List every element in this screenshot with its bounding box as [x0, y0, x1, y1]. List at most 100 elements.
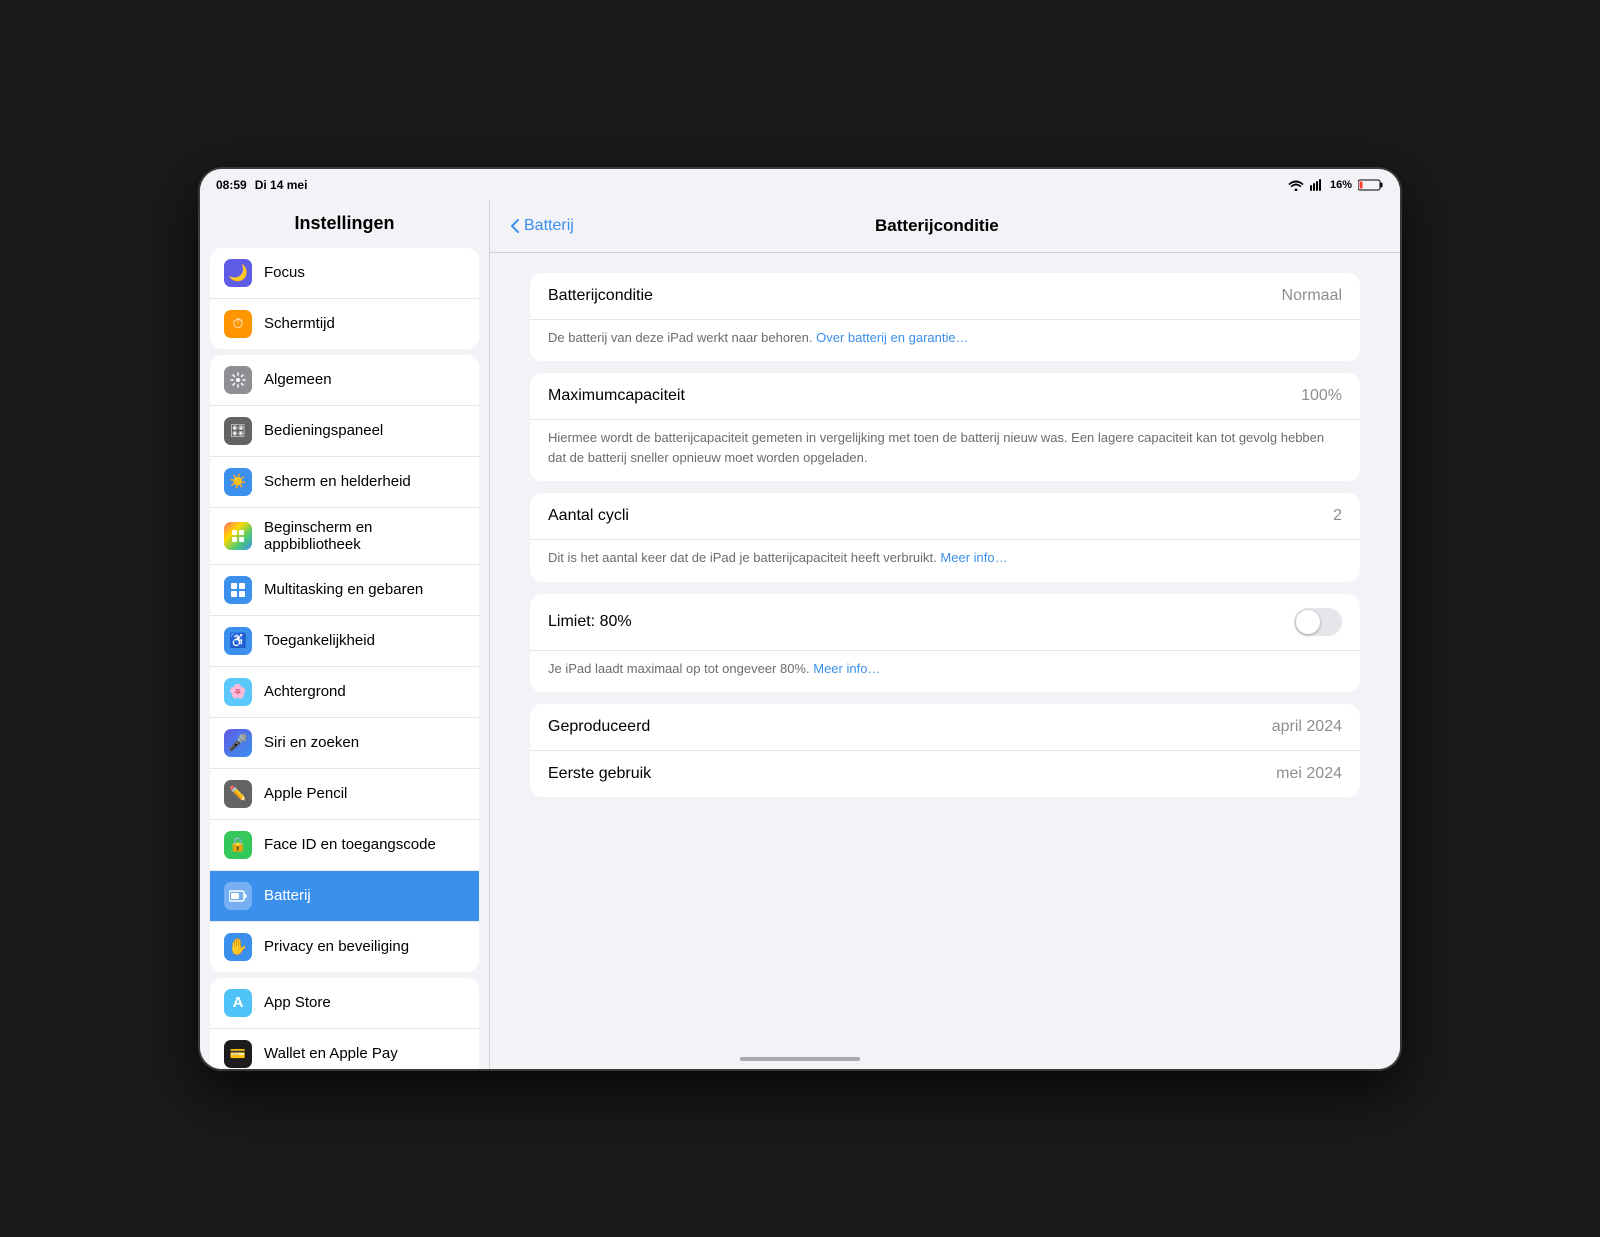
sidebar-item-focus[interactable]: 🌙 Focus	[210, 248, 479, 299]
algemeen-icon	[224, 366, 252, 394]
cycli-link[interactable]: Meer info…	[940, 550, 1007, 565]
sidebar-item-multitasking[interactable]: Multitasking en gebaren	[210, 565, 479, 616]
content-area: Batterij Batterijconditie Batterijcondit…	[490, 201, 1400, 1069]
faceid-icon: 🔒	[224, 831, 252, 859]
eerstegebruik-value: mei 2024	[1276, 765, 1342, 783]
status-bar-left: 08:59 Di 14 mei	[216, 178, 307, 192]
sidebar-item-label-toegankelijkheid: Toegankelijkheid	[264, 632, 375, 649]
sidebar-item-beginscherm[interactable]: Beginscherm en appbibliotheek	[210, 508, 479, 565]
status-bar-right: 16%	[1288, 179, 1384, 191]
bedieningspaneel-icon: 🎛	[224, 417, 252, 445]
siri-icon: 🎤	[224, 729, 252, 757]
sidebar-item-label-privacy: Privacy en beveiliging	[264, 938, 409, 955]
sidebar-item-faceid[interactable]: 🔒 Face ID en toegangscode	[210, 820, 479, 871]
appstore-icon: A	[224, 989, 252, 1017]
sidebar-item-wallet[interactable]: 💳 Wallet en Apple Pay	[210, 1029, 479, 1069]
sidebar-title: Instellingen	[200, 201, 489, 242]
sidebar-item-algemeen[interactable]: Algemeen	[210, 355, 479, 406]
multitasking-icon	[224, 576, 252, 604]
battery-icon	[1358, 179, 1384, 191]
card-row-conditie: Batterijconditie Normaal	[530, 273, 1360, 320]
sidebar-item-label-pencil: Apple Pencil	[264, 785, 347, 802]
sidebar-item-toegankelijkheid[interactable]: ♿ Toegankelijkheid	[210, 616, 479, 667]
wifi-icon	[1288, 179, 1304, 191]
battery-percent: 16%	[1330, 179, 1352, 191]
sidebar-item-scherm[interactable]: ☀️ Scherm en helderheid	[210, 457, 479, 508]
toegankelijkheid-icon: ♿	[224, 627, 252, 655]
sidebar-item-label-siri: Siri en zoeken	[264, 734, 359, 751]
eerstegebruik-label: Eerste gebruik	[548, 765, 651, 783]
batterij-icon	[224, 882, 252, 910]
back-label: Batterij	[524, 217, 574, 235]
capaciteit-description: Hiermee wordt de batterijcapaciteit geme…	[530, 420, 1360, 481]
pencil-icon: ✏️	[224, 780, 252, 808]
scherm-icon: ☀️	[224, 468, 252, 496]
sidebar-item-batterij[interactable]: Batterij	[210, 871, 479, 922]
sidebar-item-label-batterij: Batterij	[264, 887, 311, 904]
content-body: Batterijconditie Normaal De batterij van…	[490, 253, 1400, 830]
ipad-frame: 08:59 Di 14 mei 16%	[200, 169, 1400, 1069]
card-row-capaciteit: Maximumcapaciteit 100%	[530, 373, 1360, 420]
sidebar-item-appstore[interactable]: A App Store	[210, 978, 479, 1029]
card-row-geproduceerd: Geproduceerd april 2024	[530, 704, 1360, 751]
sidebar-item-privacy[interactable]: ✋ Privacy en beveiliging	[210, 922, 479, 972]
sidebar-section-2: Algemeen 🎛 Bedieningspaneel ☀️ Scherm en…	[210, 355, 479, 972]
card-productie: Geproduceerd april 2024 Eerste gebruik m…	[530, 704, 1360, 797]
signal-icon	[1310, 179, 1324, 191]
card-row-cycli: Aantal cycli 2	[530, 493, 1360, 540]
sidebar-item-label-scherm: Scherm en helderheid	[264, 473, 411, 490]
conditie-description: De batterij van deze iPad werkt naar beh…	[530, 320, 1360, 362]
card-conditie: Batterijconditie Normaal De batterij van…	[530, 273, 1360, 362]
card-row-eerstegebruik: Eerste gebruik mei 2024	[530, 751, 1360, 797]
card-row-limiet: Limiet: 80%	[530, 594, 1360, 651]
sidebar-item-label-appstore: App Store	[264, 994, 331, 1011]
sidebar-item-label-bedieningspaneel: Bedieningspaneel	[264, 422, 383, 439]
sidebar-item-label-beginscherm: Beginscherm en appbibliotheek	[264, 519, 465, 553]
limiet-toggle[interactable]	[1294, 608, 1342, 636]
main-layout: Instellingen 🌙 Focus ⏱ Schermtijd	[200, 201, 1400, 1069]
cycli-label: Aantal cycli	[548, 507, 629, 525]
geproduceerd-label: Geproduceerd	[548, 718, 650, 736]
sidebar-item-pencil[interactable]: ✏️ Apple Pencil	[210, 769, 479, 820]
sidebar-item-label-schermtijd: Schermtijd	[264, 315, 335, 332]
achtergrond-icon: 🌸	[224, 678, 252, 706]
content-header: Batterij Batterijconditie	[490, 201, 1400, 253]
sidebar-item-siri[interactable]: 🎤 Siri en zoeken	[210, 718, 479, 769]
beginscherm-icon	[224, 522, 252, 550]
schermtijd-icon: ⏱	[224, 310, 252, 338]
conditie-link[interactable]: Over batterij en garantie…	[816, 330, 968, 345]
limiet-link[interactable]: Meer info…	[813, 661, 880, 676]
focus-icon: 🌙	[224, 259, 252, 287]
back-chevron-icon	[510, 218, 520, 234]
capaciteit-value: 100%	[1301, 387, 1342, 405]
sidebar: Instellingen 🌙 Focus ⏱ Schermtijd	[200, 201, 490, 1069]
sidebar-item-label-wallet: Wallet en Apple Pay	[264, 1045, 398, 1062]
back-button[interactable]: Batterij	[510, 217, 574, 235]
time-display: 08:59	[216, 178, 247, 192]
sidebar-item-label-focus: Focus	[264, 264, 305, 281]
limiet-description: Je iPad laadt maximaal op tot ongeveer 8…	[530, 651, 1360, 693]
cycli-description: Dit is het aantal keer dat de iPad je ba…	[530, 540, 1360, 582]
date-display: Di 14 mei	[255, 178, 308, 192]
sidebar-section-3: A App Store 💳 Wallet en Apple Pay	[210, 978, 479, 1069]
conditie-label: Batterijconditie	[548, 287, 653, 305]
sidebar-item-bedieningspaneel[interactable]: 🎛 Bedieningspaneel	[210, 406, 479, 457]
wallet-icon: 💳	[224, 1040, 252, 1068]
content-title: Batterijconditie	[574, 216, 1300, 236]
sidebar-item-schermtijd[interactable]: ⏱ Schermtijd	[210, 299, 479, 349]
card-limiet: Limiet: 80% Je iPad laadt maximaal op to…	[530, 594, 1360, 693]
card-capaciteit: Maximumcapaciteit 100% Hiermee wordt de …	[530, 373, 1360, 481]
sidebar-item-label-algemeen: Algemeen	[264, 371, 332, 388]
sidebar-section-1: 🌙 Focus ⏱ Schermtijd	[210, 248, 479, 349]
conditie-value: Normaal	[1282, 287, 1342, 305]
toggle-knob	[1296, 610, 1320, 634]
geproduceerd-value: april 2024	[1272, 718, 1342, 736]
status-bar: 08:59 Di 14 mei 16%	[200, 169, 1400, 201]
privacy-icon: ✋	[224, 933, 252, 961]
limiet-label: Limiet: 80%	[548, 613, 632, 631]
sidebar-item-achtergrond[interactable]: 🌸 Achtergrond	[210, 667, 479, 718]
home-indicator	[740, 1057, 860, 1061]
sidebar-item-label-achtergrond: Achtergrond	[264, 683, 346, 700]
sidebar-item-label-multitasking: Multitasking en gebaren	[264, 581, 423, 598]
cycli-value: 2	[1333, 507, 1342, 525]
